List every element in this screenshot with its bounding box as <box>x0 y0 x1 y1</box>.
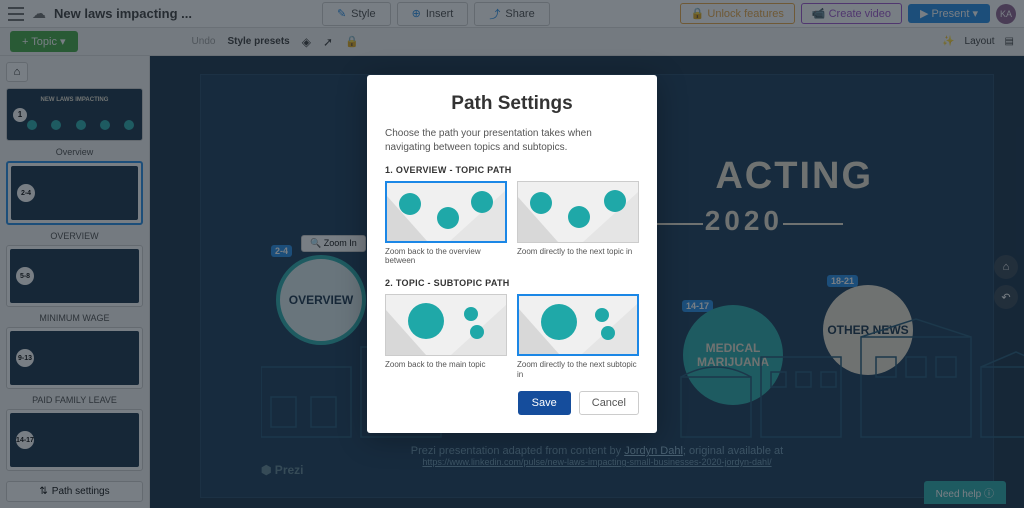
cancel-button[interactable]: Cancel <box>579 391 639 415</box>
modal-title: Path Settings <box>385 93 639 115</box>
modal-description: Choose the path your presentation takes … <box>385 127 639 155</box>
subtopic-path-option-2[interactable]: Zoom directly to the next subtopic in <box>517 294 639 379</box>
subtopic-path-option-1[interactable]: Zoom back to the main topic <box>385 294 507 379</box>
save-button[interactable]: Save <box>518 391 571 415</box>
path-settings-modal: Path Settings Choose the path your prese… <box>367 75 657 433</box>
overview-path-option-2[interactable]: Zoom directly to the next topic in <box>517 181 639 266</box>
modal-overlay[interactable]: Path Settings Choose the path your prese… <box>0 0 1024 508</box>
section-2-label: 2. TOPIC - SUBTOPIC PATH <box>385 278 639 288</box>
overview-path-option-1[interactable]: Zoom back to the overview between <box>385 181 507 266</box>
section-1-label: 1. OVERVIEW - TOPIC PATH <box>385 165 639 175</box>
